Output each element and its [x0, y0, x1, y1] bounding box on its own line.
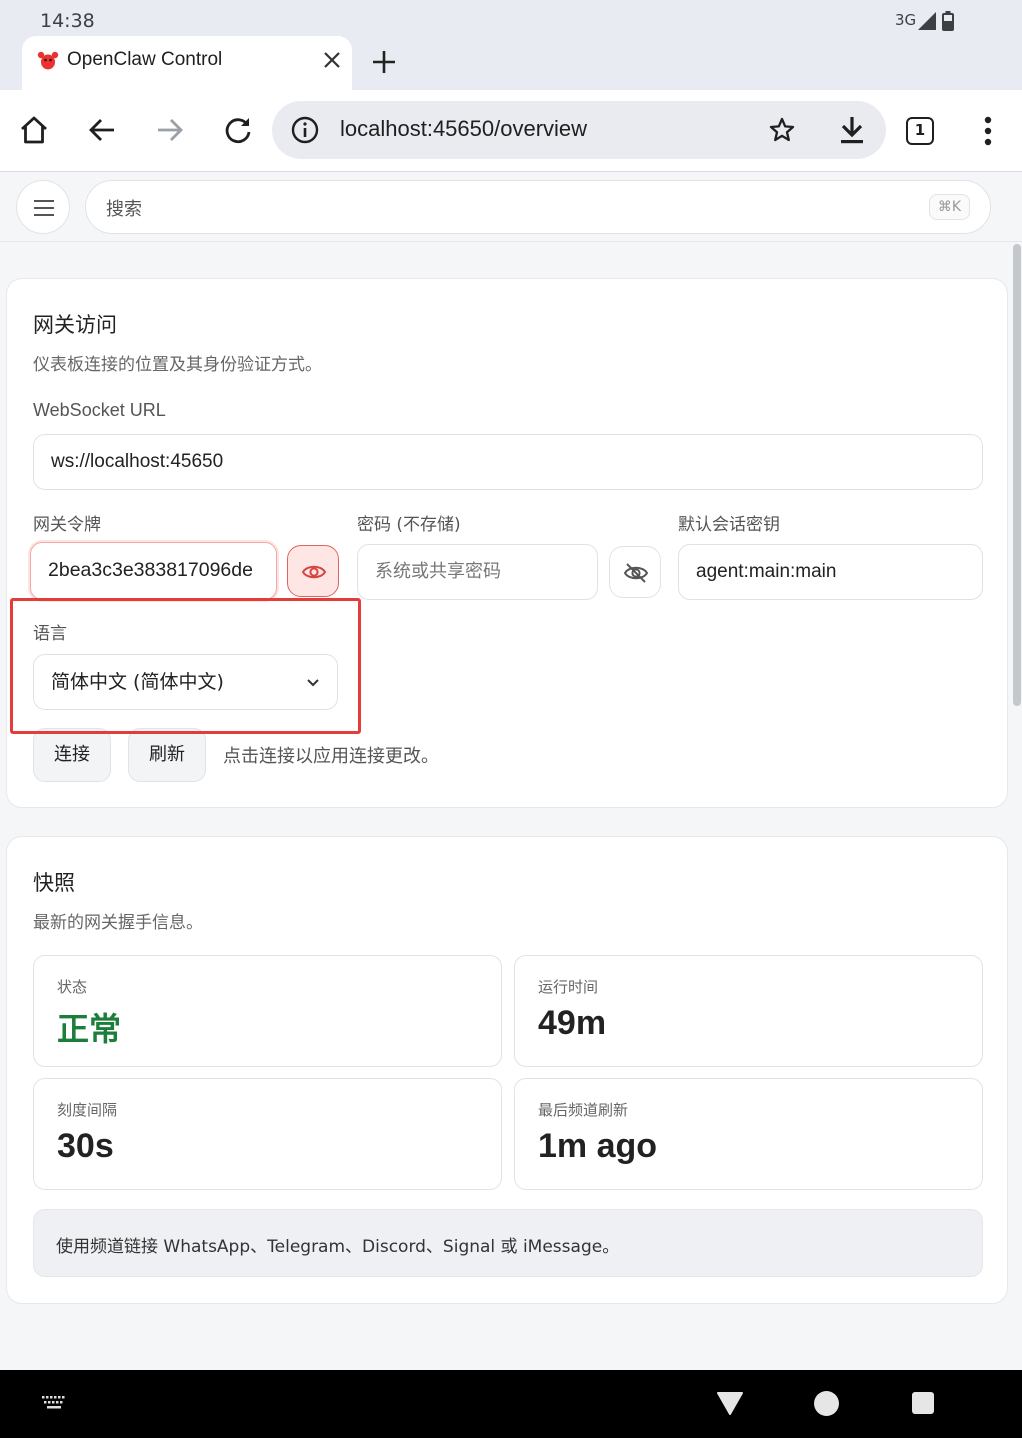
- tab-strip: OpenClaw Control: [0, 36, 1022, 90]
- network-type: 3G: [895, 11, 917, 29]
- system-nav-bar: [0, 1370, 1022, 1438]
- eye-off-icon: [623, 563, 649, 583]
- back-arrow-icon[interactable]: [87, 115, 117, 145]
- tab-switcher-button[interactable]: 1: [906, 117, 934, 145]
- bookmark-star-icon[interactable]: [768, 116, 796, 144]
- search-shortcut-badge: ⌘K: [928, 194, 970, 220]
- info-icon[interactable]: [290, 115, 320, 145]
- app-header: 搜索 ⌘K: [0, 172, 1022, 242]
- page-scrollbar[interactable]: [1013, 244, 1021, 706]
- keyboard-icon[interactable]: [42, 1396, 66, 1410]
- url-text[interactable]: localhost:45650/overview: [340, 116, 587, 142]
- websocket-url-label: WebSocket URL: [33, 400, 166, 420]
- search-placeholder: 搜索: [106, 199, 142, 220]
- more-menu-icon[interactable]: [984, 116, 992, 146]
- download-icon[interactable]: [838, 115, 866, 145]
- toggle-token-visibility-button[interactable]: [287, 545, 339, 597]
- toggle-password-visibility-button[interactable]: [609, 546, 661, 598]
- lobster-icon: [37, 51, 59, 70]
- menu-button[interactable]: [16, 180, 70, 234]
- address-bar[interactable]: localhost:45650/overview: [272, 101, 886, 159]
- signal-icon: [918, 12, 936, 30]
- nav-home-icon[interactable]: [814, 1391, 839, 1416]
- card-title: 网关访问: [33, 313, 117, 337]
- search-input[interactable]: 搜索 ⌘K: [85, 180, 991, 234]
- stat-uptime: 运行时间 49m: [514, 955, 983, 1067]
- session-key-input[interactable]: agent:main:main: [678, 544, 983, 600]
- gateway-access-card: 网关访问 仪表板连接的位置及其身份验证方式。 WebSocket URL ws:…: [6, 278, 1008, 808]
- battery-icon: [942, 11, 954, 31]
- gateway-token-input[interactable]: 2bea3c3e383817096de: [30, 542, 277, 600]
- card-subtitle: 最新的网关握手信息。: [33, 913, 203, 933]
- stat-status: 状态 正常: [33, 955, 502, 1067]
- stat-value: 1m ago: [538, 1127, 658, 1165]
- eye-icon: [301, 565, 327, 579]
- nav-recents-icon[interactable]: [912, 1392, 934, 1414]
- stat-label: 状态: [57, 978, 88, 996]
- channels-note: 使用频道链接 WhatsApp、Telegram、Discord、Signal …: [33, 1209, 983, 1277]
- stat-value: 49m: [538, 1004, 607, 1042]
- status-bar: 14:38 3G: [0, 0, 1022, 36]
- browser-tab[interactable]: OpenClaw Control: [22, 36, 352, 90]
- stat-value: 30s: [57, 1127, 114, 1165]
- forward-arrow-icon[interactable]: [155, 115, 185, 145]
- home-icon[interactable]: [19, 115, 49, 145]
- stat-label: 运行时间: [538, 978, 599, 996]
- status-time: 14:38: [40, 10, 95, 32]
- snapshot-card: 快照 最新的网关握手信息。 状态 正常 运行时间 49m 刻度间隔 30s 最后…: [6, 836, 1008, 1304]
- close-icon[interactable]: [320, 48, 344, 72]
- annotation-highlight-box: [10, 598, 361, 734]
- card-subtitle: 仪表板连接的位置及其身份验证方式。: [33, 355, 322, 375]
- stat-label: 刻度间隔: [57, 1101, 118, 1119]
- tab-title: OpenClaw Control: [67, 49, 223, 70]
- stat-label: 最后频道刷新: [538, 1101, 629, 1119]
- reload-icon[interactable]: [223, 115, 253, 145]
- browser-toolbar: localhost:45650/overview 1: [0, 90, 1022, 172]
- gateway-token-label: 网关令牌: [33, 515, 101, 535]
- channels-note-text: 使用频道链接 WhatsApp、Telegram、Discord、Signal …: [56, 1237, 620, 1257]
- connect-hint: 点击连接以应用连接更改。: [223, 746, 439, 767]
- page-content: 搜索 ⌘K 网关访问 仪表板连接的位置及其身份验证方式。 WebSocket U…: [0, 172, 1022, 1370]
- stat-last-channel-refresh: 最后频道刷新 1m ago: [514, 1078, 983, 1190]
- new-tab-icon[interactable]: [370, 48, 398, 76]
- nav-back-icon[interactable]: [716, 1390, 744, 1416]
- refresh-button[interactable]: 刷新: [128, 728, 206, 782]
- hamburger-icon: [34, 200, 54, 216]
- websocket-url-input[interactable]: ws://localhost:45650: [33, 434, 983, 490]
- stat-value: 正常: [57, 1010, 122, 1048]
- stat-tick-interval: 刻度间隔 30s: [33, 1078, 502, 1190]
- card-title: 快照: [33, 871, 75, 895]
- password-label: 密码 (不存储): [357, 515, 461, 535]
- connect-button[interactable]: 连接: [33, 728, 111, 782]
- session-key-label: 默认会话密钥: [678, 515, 780, 535]
- password-input[interactable]: 系统或共享密码: [357, 544, 598, 600]
